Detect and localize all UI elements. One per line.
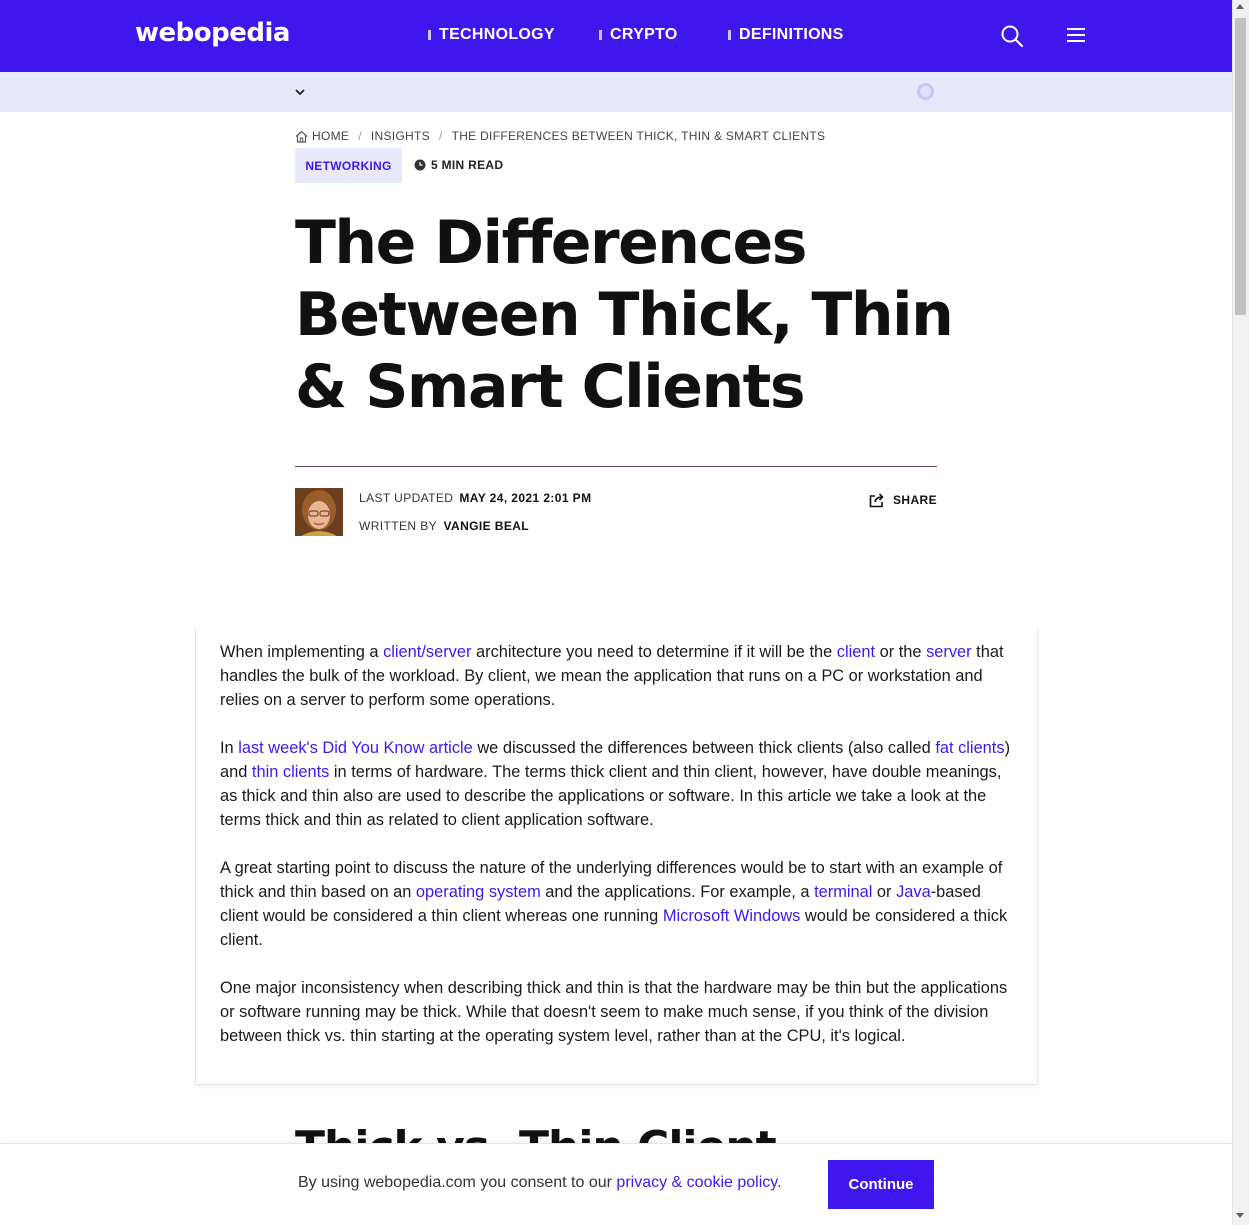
consent-message: By using webopedia.com you consent to ou…	[298, 1174, 782, 1192]
breadcrumb-home[interactable]: HOME	[312, 129, 349, 143]
paragraph-2: In last week's Did You Know article we d…	[220, 736, 1015, 832]
text: or	[872, 883, 897, 901]
article-title: The Differences Between Thick, Thin & Sm…	[295, 208, 954, 422]
read-time-label: 5 MIN READ	[431, 158, 504, 172]
site-logo[interactable]: webopedia	[135, 18, 290, 48]
text: In	[220, 739, 239, 757]
scroll-down-arrow-icon[interactable]	[1236, 1213, 1244, 1218]
nav-definitions[interactable]: DEFINITIONS	[728, 26, 844, 44]
chevron-down-icon[interactable]	[293, 85, 307, 99]
text: architecture you need to determine if it…	[471, 643, 837, 661]
share-button[interactable]: SHARE	[869, 492, 937, 508]
author-line: WRITTEN BY VANGIE BEAL	[359, 519, 529, 533]
nav-technology-label: TECHNOLOGY	[439, 26, 555, 43]
scrollbar-thumb[interactable]	[1235, 18, 1246, 315]
loading-spinner-icon	[917, 83, 934, 100]
nav-marker-icon	[428, 30, 431, 40]
paragraph-1: When implementing a client/server archit…	[220, 640, 1015, 712]
home-icon	[295, 130, 308, 143]
read-time: 5 MIN READ	[414, 158, 503, 172]
last-updated-date: MAY 24, 2021 2:01 PM	[459, 491, 592, 505]
share-icon	[869, 493, 884, 508]
secondary-bar	[0, 72, 1232, 112]
nav-crypto[interactable]: CRYPTO	[599, 26, 678, 44]
link-client[interactable]: client	[837, 643, 875, 661]
nav-definitions-label: DEFINITIONS	[739, 26, 844, 43]
text: When implementing a	[220, 643, 384, 661]
author-avatar	[295, 488, 343, 536]
consent-period: .	[777, 1174, 782, 1191]
written-by-label: WRITTEN BY	[359, 519, 437, 533]
paragraph-3: A great starting point to discuss the na…	[220, 856, 1015, 952]
link-client-server[interactable]: client/server	[383, 643, 471, 661]
nav-marker-icon	[728, 30, 731, 40]
nav-crypto-label: CRYPTO	[610, 26, 678, 43]
breadcrumb-separator: /	[438, 129, 443, 143]
continue-button[interactable]: Continue	[828, 1160, 934, 1209]
title-divider	[295, 466, 937, 467]
link-java[interactable]: Java	[896, 883, 931, 901]
hamburger-menu-icon[interactable]	[1066, 26, 1086, 44]
last-updated: LAST UPDATED MAY 24, 2021 2:01 PM	[359, 491, 591, 505]
link-did-you-know-article[interactable]: last week's Did You Know article	[238, 739, 473, 757]
breadcrumb-current: THE DIFFERENCES BETWEEN THICK, THIN & SM…	[451, 129, 826, 143]
share-label: SHARE	[893, 493, 938, 507]
breadcrumb-insights[interactable]: INSIGHTS	[371, 129, 430, 143]
author-name[interactable]: VANGIE BEAL	[444, 519, 530, 533]
article-body: When implementing a client/server archit…	[220, 640, 1015, 1072]
clock-icon	[414, 159, 426, 171]
link-thin-clients[interactable]: thin clients	[252, 763, 329, 781]
last-updated-label: LAST UPDATED	[359, 491, 454, 505]
consent-text: By using webopedia.com you consent to ou…	[298, 1174, 617, 1191]
link-terminal[interactable]: terminal	[814, 883, 872, 901]
link-microsoft-windows[interactable]: Microsoft Windows	[663, 907, 801, 925]
privacy-policy-link[interactable]: privacy & cookie policy	[616, 1174, 777, 1191]
paragraph-4: One major inconsistency when describing …	[220, 979, 1008, 1045]
link-server[interactable]: server	[926, 643, 972, 661]
text: and the applications. For example, a	[540, 883, 815, 901]
search-icon[interactable]	[1000, 24, 1024, 48]
link-operating-system[interactable]: operating system	[416, 883, 541, 901]
nav-marker-icon	[599, 30, 602, 40]
scroll-up-arrow-icon[interactable]	[1236, 4, 1244, 9]
breadcrumb: HOME / INSIGHTS / THE DIFFERENCES BETWEE…	[295, 129, 825, 143]
category-tag[interactable]: NETWORKING	[295, 148, 402, 183]
breadcrumb-separator: /	[358, 129, 362, 143]
top-navigation-bar: webopedia TECHNOLOGY CRYPTO DEFINITIONS	[0, 0, 1232, 72]
text: in terms of hardware. The terms thick cl…	[220, 763, 1002, 829]
link-fat-clients[interactable]: fat clients	[935, 739, 1004, 757]
text: we discussed the differences between thi…	[472, 739, 936, 757]
text: or the	[875, 643, 927, 661]
nav-technology[interactable]: TECHNOLOGY	[428, 26, 555, 44]
